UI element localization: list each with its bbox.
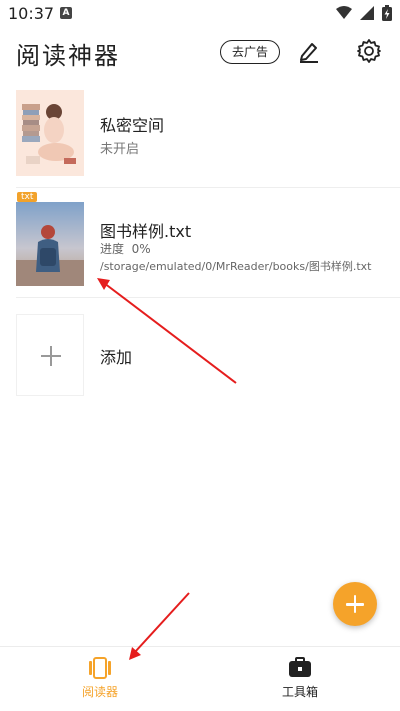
status-time: 10:37 (8, 4, 55, 23)
add-placeholder[interactable] (16, 314, 84, 396)
book-cover (16, 202, 84, 286)
private-space-status: 未开启 (100, 142, 140, 157)
book-path: /storage/emulated/0/MrReader/books/图书样例.… (100, 260, 372, 273)
book-title: 图书样例.txt (100, 222, 192, 241)
divider (16, 187, 400, 188)
app-header: 阅读神器 去广告 (0, 28, 400, 78)
notification-icon: A (60, 7, 72, 19)
settings-icon[interactable] (356, 38, 382, 64)
reader-icon (89, 657, 111, 679)
status-icons (336, 5, 392, 21)
private-space-title: 私密空间 (100, 116, 165, 135)
add-fab-button[interactable] (333, 582, 377, 626)
book-progress: 进度 0% (100, 242, 151, 256)
battery-icon (382, 5, 392, 21)
toolbox-icon (289, 657, 311, 677)
bottom-nav: 阅读器 工具箱 (0, 646, 400, 711)
edit-icon[interactable] (296, 38, 322, 64)
status-bar: 10:37 A (0, 0, 400, 28)
nav-toolbox-tab[interactable]: 工具箱 (200, 647, 400, 711)
nav-reader-tab[interactable]: 阅读器 (0, 647, 200, 711)
nav-reader-label: 阅读器 (81, 685, 118, 699)
add-book-item[interactable]: 添加 (0, 310, 400, 410)
add-label: 添加 (100, 348, 133, 367)
private-space-cover (16, 90, 84, 176)
wifi-icon (336, 6, 352, 19)
app-title: 阅读神器 (16, 42, 120, 70)
book-item[interactable]: txt 图书样例.txt 进度 0% /storage/emulated/0/M… (0, 192, 400, 294)
file-type-badge: txt (17, 192, 38, 202)
remove-ads-button[interactable]: 去广告 (220, 40, 280, 64)
nav-toolbox-label: 工具箱 (281, 685, 318, 699)
divider (16, 297, 400, 298)
signal-icon (360, 6, 374, 20)
private-space-item[interactable]: 私密空间 未开启 (0, 86, 400, 186)
annotation-arrow (134, 592, 190, 653)
